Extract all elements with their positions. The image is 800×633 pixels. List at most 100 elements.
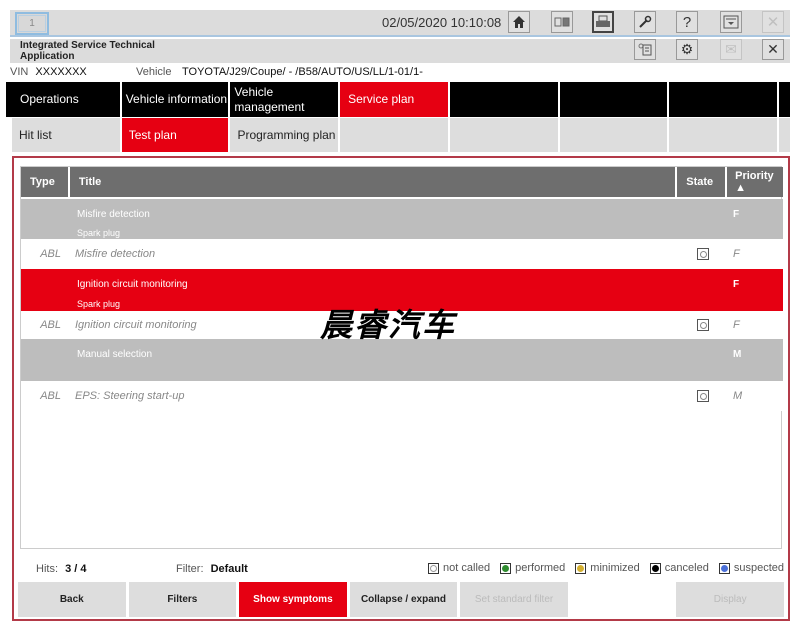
tab-empty-2 <box>449 118 558 152</box>
home-icon <box>513 16 525 28</box>
mail-button[interactable]: ✉ <box>720 39 742 60</box>
app-title: Integrated Service Technical Application <box>20 40 155 62</box>
state-not-called-icon <box>697 390 709 402</box>
group-priority: F <box>733 279 740 290</box>
nav-vehicle-management[interactable]: Vehicle management <box>230 82 339 117</box>
column-header-state[interactable]: State <box>677 167 726 197</box>
tab-empty-3 <box>559 118 668 152</box>
top-toolbar: 1 02/05/2020 10:10:08 ? ✕ <box>10 10 790 37</box>
gear-icon: ⚙ <box>680 41 694 57</box>
group-subtitle: Spark plug <box>77 228 121 238</box>
print-button[interactable] <box>592 11 614 33</box>
hits-label: Hits: <box>36 563 58 575</box>
canceled-icon <box>649 562 661 574</box>
legend-minimized: minimized <box>590 562 640 574</box>
download-button[interactable] <box>720 11 742 33</box>
state-legend: not called performed minimized canceled … <box>422 562 784 574</box>
session-tab[interactable]: 1 <box>15 12 49 35</box>
printer-icon <box>596 15 610 27</box>
documents-icon <box>638 43 652 55</box>
filter-info: Filter: Default <box>176 563 248 575</box>
group-title: Misfire detection <box>77 209 150 220</box>
close-session-button[interactable]: ✕ <box>762 11 784 33</box>
session-tab-label: 1 <box>18 15 46 32</box>
vin-value: XXXXXXX <box>35 66 87 78</box>
row-type: ABL <box>40 248 61 260</box>
table-row[interactable]: ABL EPS: Steering start-up M <box>21 381 783 411</box>
legend-suspected: suspected <box>733 562 784 574</box>
mail-icon: ✉ <box>725 41 737 57</box>
app-title-line2: Application <box>20 51 75 62</box>
legend-canceled: canceled <box>664 562 709 574</box>
nav-empty-3 <box>669 82 778 117</box>
app-bar: Integrated Service Technical Application… <box>10 39 790 63</box>
close-app-button[interactable]: ✕ <box>762 39 784 60</box>
table-row[interactable]: ABL Misfire detection F <box>21 239 783 269</box>
display-button[interactable]: Display <box>676 582 784 617</box>
collapse-expand-button[interactable]: Collapse / expand <box>349 582 458 617</box>
minimized-icon <box>575 562 587 574</box>
datetime: 02/05/2020 10:10:08 <box>382 15 502 30</box>
vin-label: VIN <box>10 66 29 78</box>
row-type: ABL <box>40 319 61 331</box>
tab-programming-plan[interactable]: Programming plan <box>230 118 339 152</box>
nav-empty-1 <box>449 82 558 117</box>
home-button[interactable] <box>508 11 530 33</box>
row-state <box>697 248 709 260</box>
close-icon: ✕ <box>766 14 780 31</box>
vehicle-label: Vehicle <box>136 66 172 78</box>
help-icon: ? <box>682 13 692 31</box>
help-button[interactable]: ? <box>676 11 698 33</box>
row-state <box>697 390 709 402</box>
nav-operations[interactable]: Operations <box>6 82 120 117</box>
action-bar: Back Filters Show symptoms Collapse / ex… <box>18 582 784 617</box>
main-nav: Operations Vehicle information Vehicle m… <box>6 82 791 117</box>
state-not-called-icon <box>697 248 709 260</box>
group-subtitle: Spark plug <box>77 299 121 309</box>
column-header-type[interactable]: Type <box>21 167 68 197</box>
hits-value: 3 / 4 <box>65 563 87 575</box>
tab-test-plan[interactable]: Test plan <box>121 118 229 152</box>
filters-button[interactable]: Filters <box>128 582 237 617</box>
group-title: Manual selection <box>77 349 153 360</box>
nav-empty-4 <box>779 82 791 117</box>
column-header-priority[interactable]: Priority ▲ <box>727 167 783 197</box>
state-not-called-icon <box>697 319 709 331</box>
suspected-icon <box>718 562 730 574</box>
table-group-row[interactable]: Misfire detection Spark plug F <box>21 199 783 239</box>
nav-vehicle-information[interactable]: Vehicle information <box>121 82 229 117</box>
vehicle-info-row: VIN XXXXXXX Vehicle TOYOTA/J29/Coupe/ - … <box>10 66 790 80</box>
legend-not-called: not called <box>443 562 491 574</box>
row-priority: F <box>733 248 740 260</box>
nav-service-plan[interactable]: Service plan <box>340 82 448 117</box>
status-bar: Hits: 3 / 4 Filter: Default not called p… <box>20 561 786 579</box>
tab-empty-5 <box>779 118 790 152</box>
tab-empty-1 <box>340 118 448 152</box>
service-button[interactable] <box>634 11 656 33</box>
settings-button[interactable]: ⚙ <box>676 39 698 60</box>
row-priority: F <box>733 319 740 331</box>
row-type: ABL <box>40 390 61 402</box>
filter-label: Filter: <box>176 563 204 575</box>
watermark-text: 晨睿汽车 <box>320 306 457 344</box>
row-title: Misfire detection <box>75 248 156 260</box>
test-plan-panel: Type Title State Priority ▲ Misfire dete… <box>12 156 790 621</box>
split-view-button[interactable] <box>551 11 573 33</box>
back-button[interactable]: Back <box>18 582 126 617</box>
group-priority: F <box>733 209 740 220</box>
row-title: EPS: Steering start-up <box>75 390 185 402</box>
row-state <box>697 319 709 331</box>
show-symptoms-button[interactable]: Show symptoms <box>239 582 347 617</box>
column-header-title[interactable]: Title <box>69 167 676 197</box>
wrench-icon <box>639 15 652 28</box>
group-title: Ignition circuit monitoring <box>77 279 188 290</box>
table-header: Type Title State Priority ▲ <box>21 167 783 197</box>
group-priority: M <box>733 349 742 360</box>
tab-hit-list[interactable]: Hit list <box>12 118 120 152</box>
filter-value: Default <box>210 563 248 575</box>
app-title-line1: Integrated Service Technical <box>20 40 155 51</box>
action-spacer <box>570 582 674 617</box>
documents-button[interactable] <box>634 39 656 60</box>
set-standard-filter-button[interactable]: Set standard filter <box>460 582 568 617</box>
download-tray-icon <box>723 15 739 29</box>
